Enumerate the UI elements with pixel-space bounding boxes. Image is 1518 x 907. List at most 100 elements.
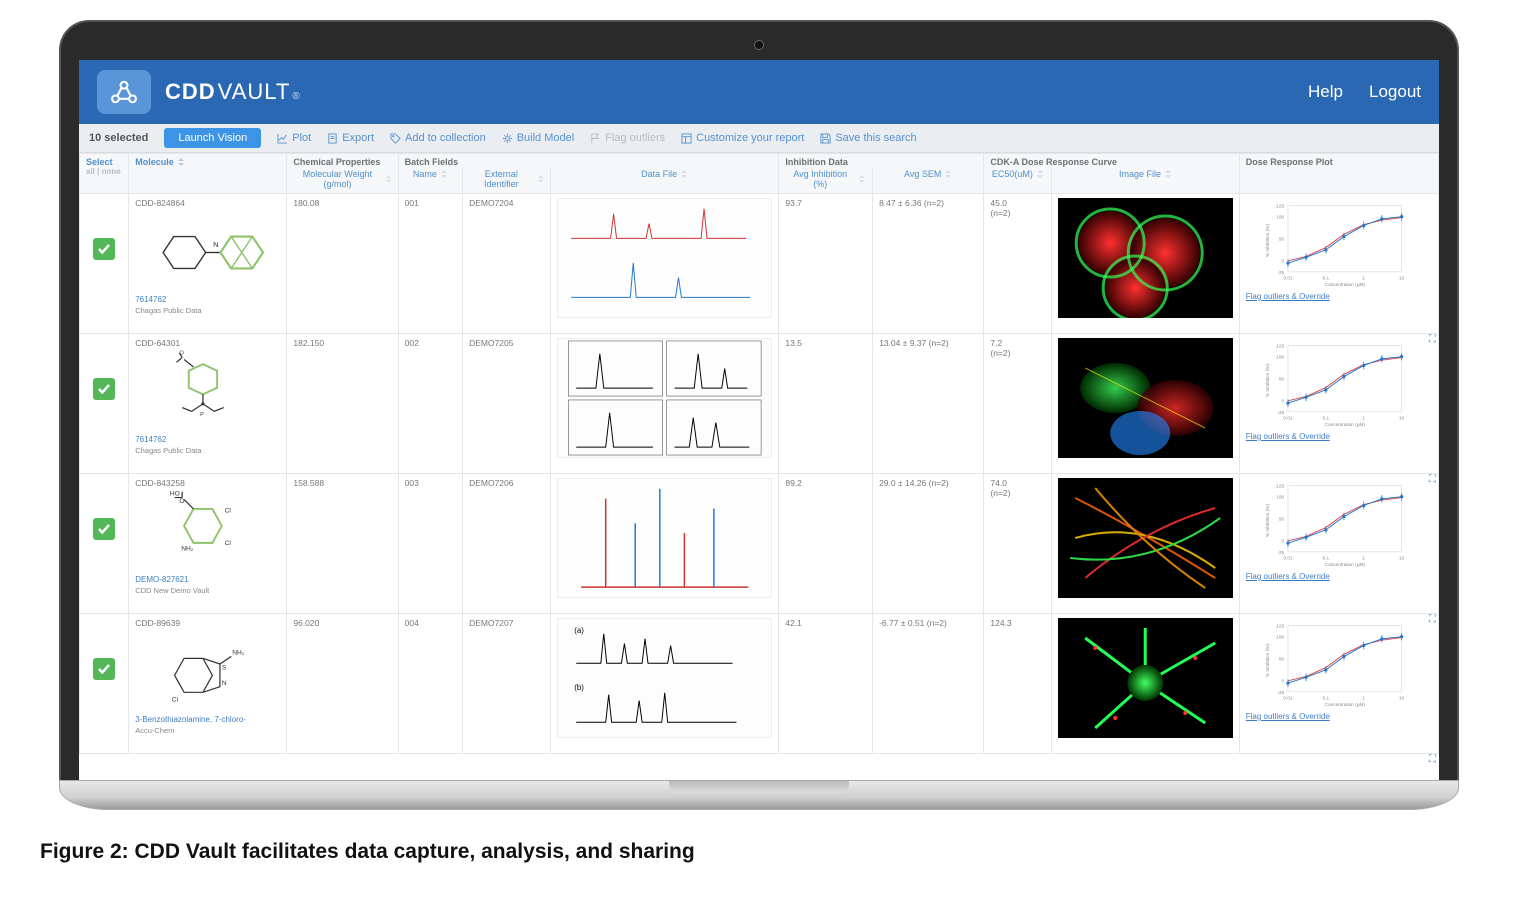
col-dose-plot-header: Dose Response Plot [1239,154,1438,194]
flag-override-link[interactable]: Flag outliers & Override [1246,292,1432,301]
table-row: CDD-824864N7614762Chagas Public Data180.… [80,194,1439,334]
app-screen: CDD VAULT ® Help Logout 10 selected Laun… [79,60,1439,780]
svg-text:0: 0 [1281,259,1284,265]
svg-text:50: 50 [1279,517,1285,523]
col-mw-header[interactable]: Molecular Weight (g/mol) [287,167,398,194]
svg-text:1: 1 [1362,555,1365,561]
row-checkbox[interactable] [93,658,115,680]
data-file-thumbnail[interactable] [557,338,772,458]
svg-text:10: 10 [1399,415,1405,421]
cell-mw: 96.020 [287,614,398,754]
app-header: CDD VAULT ® Help Logout [79,60,1439,124]
col-name-header[interactable]: Name [398,167,462,194]
table-row: CDD-64301OP7614762Chagas Public Data182.… [80,334,1439,474]
svg-text:10: 10 [1399,275,1405,281]
svg-text:Concentration (µM): Concentration (µM) [1324,422,1365,428]
dose-response-plot[interactable]: -250501001250.010.1110Concentration (µM)… [1246,338,1432,428]
molecule-link[interactable]: DEMO-827621 [135,575,280,585]
col-group-inhibition: Inhibition Data [779,154,984,168]
svg-text:0.01: 0.01 [1283,415,1293,421]
svg-text:50: 50 [1279,237,1285,243]
col-ec50-header[interactable]: EC50(uM) [984,167,1052,194]
col-group-dose: CDK-A Dose Response Curve [984,154,1239,168]
molecule-structure[interactable]: HOOClClNH₂ [135,490,280,575]
svg-text:% Inhibition (%): % Inhibition (%) [1265,504,1271,537]
cell-avg-sem: -6.77 ± 0.51 (n=2) [873,614,984,754]
flag-outliers-button: Flag outliers [590,132,665,144]
svg-text:Cl: Cl [172,697,179,704]
brand-text: CDD VAULT ® [165,79,301,105]
logout-link[interactable]: Logout [1369,82,1421,102]
cell-avg-inh: 13.5 [779,334,873,474]
build-model-button[interactable]: Build Model [502,132,574,144]
launch-vision-button[interactable]: Launch Vision [164,128,261,148]
svg-text:125: 125 [1276,623,1284,629]
export-button[interactable]: Export [327,132,374,144]
row-checkbox[interactable] [93,238,115,260]
expand-icon[interactable]: ⛶ [1429,754,1436,765]
data-file-thumbnail[interactable] [557,198,772,318]
help-link[interactable]: Help [1308,82,1343,102]
row-checkbox[interactable] [93,378,115,400]
cell-mw: 182.150 [287,334,398,474]
flag-override-link[interactable]: Flag outliers & Override [1246,712,1432,721]
plot-button[interactable]: Plot [277,132,311,144]
svg-text:N: N [213,240,218,249]
col-select-header[interactable]: Select all | none [80,154,129,194]
molecule-source: CDD New Demo Vault [135,586,209,595]
molecule-structure[interactable]: N [135,210,280,295]
svg-text:NH₂: NH₂ [181,545,194,552]
customize-report-button[interactable]: Customize your report [681,132,804,144]
svg-text:50: 50 [1279,377,1285,383]
flag-override-link[interactable]: Flag outliers & Override [1246,432,1432,441]
col-sem-header[interactable]: Avg SEM [873,167,984,194]
svg-text:1: 1 [1362,695,1365,701]
svg-text:100: 100 [1276,215,1284,221]
data-file-thumbnail[interactable] [557,478,772,598]
save-search-button[interactable]: Save this search [820,132,916,144]
molecule-structure[interactable]: OP [135,350,280,435]
image-file-thumbnail[interactable] [1058,478,1232,598]
molecule-link[interactable]: 7614762 [135,295,280,305]
flag-override-link[interactable]: Flag outliers & Override [1246,572,1432,581]
molecule-structure[interactable]: SNNH₂Cl [135,630,280,715]
dose-response-plot[interactable]: -250501001250.010.1110Concentration (µM)… [1246,198,1432,288]
svg-text:-25: -25 [1277,690,1284,696]
molecule-source: Chagas Public Data [135,306,201,315]
svg-text:100: 100 [1276,355,1284,361]
col-img-header[interactable]: Image File [1052,167,1239,194]
cell-ext: DEMO7205 [463,334,551,474]
cell-avg-sem: 29.0 ± 14.26 (n=2) [873,474,984,614]
svg-text:0.01: 0.01 [1283,275,1293,281]
dose-response-plot[interactable]: -250501001250.010.1110Concentration (µM)… [1246,618,1432,708]
add-to-collection-button[interactable]: Add to collection [390,132,486,144]
col-group-chemical: Chemical Properties [287,154,398,168]
selected-count: 10 selected [89,132,148,144]
image-file-thumbnail[interactable] [1058,618,1232,738]
svg-text:NH₂: NH₂ [232,650,245,657]
molecule-link[interactable]: 3-Benzothiazolamine, 7-chloro- [135,715,280,725]
molecule-link[interactable]: 7614762 [135,435,280,445]
svg-text:100: 100 [1276,635,1284,641]
svg-text:0.1: 0.1 [1322,275,1329,281]
camera-dot [754,40,764,50]
col-inh-header[interactable]: Avg Inhibition (%) [779,167,873,194]
row-checkbox[interactable] [93,518,115,540]
dose-response-plot[interactable]: -250501001250.010.1110Concentration (µM)… [1246,478,1432,568]
col-file-header[interactable]: Data File [550,167,778,194]
image-file-thumbnail[interactable] [1058,338,1232,458]
col-molecule-header[interactable]: Molecule [129,154,287,194]
figure-caption: Figure 2: CDD Vault facilitates data cap… [40,840,1478,864]
laptop-base [59,780,1459,810]
svg-text:Concentration (µM): Concentration (µM) [1324,282,1365,288]
svg-text:50: 50 [1279,657,1285,663]
svg-text:Concentration (µM): Concentration (µM) [1324,562,1365,568]
svg-text:Cl: Cl [225,508,232,515]
col-ext-header[interactable]: External Identifier [463,167,551,194]
svg-text:0: 0 [1281,539,1284,545]
data-file-thumbnail[interactable]: (a)(b) [557,618,772,738]
laptop-frame: CDD VAULT ® Help Logout 10 selected Laun… [59,20,1459,810]
image-file-thumbnail[interactable] [1058,198,1232,318]
svg-text:-25: -25 [1277,550,1284,556]
svg-text:125: 125 [1276,343,1284,349]
